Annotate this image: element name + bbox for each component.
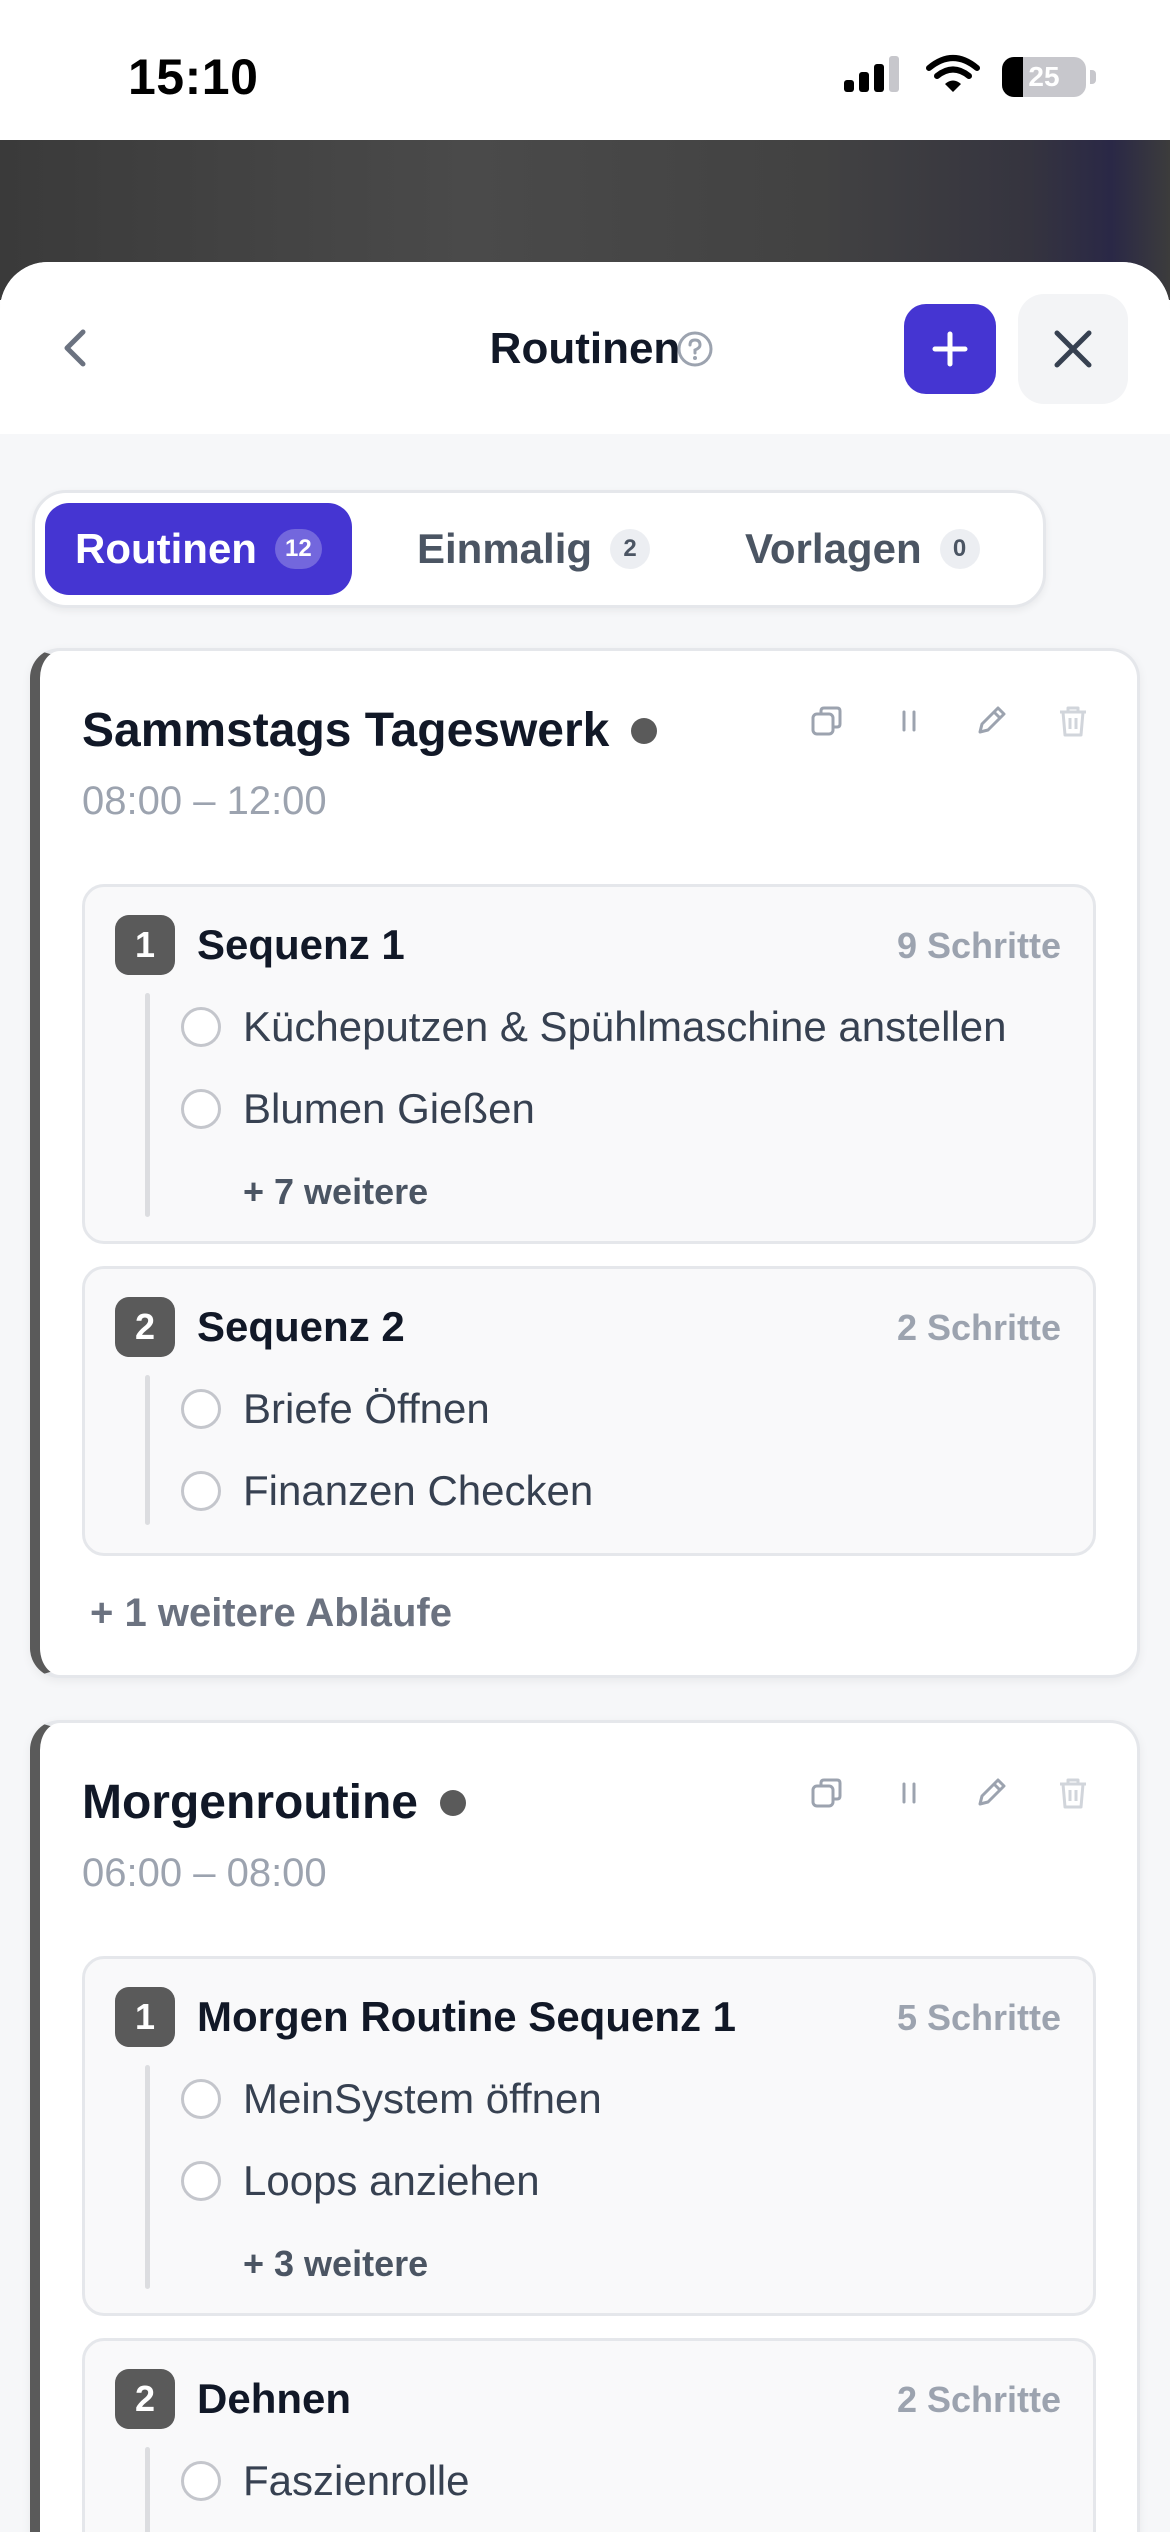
step-label: MeinSystem öffnen [243,2075,602,2122]
routines-sheet: Routinen Routinen 12 Einmalig 2 Vorlagen… [0,262,1170,2532]
step-label: Blumen Gießen [243,1085,535,1132]
sequence-card[interactable]: 1 Morgen Routine Sequenz 1 5 Schritte Me… [82,1956,1096,2316]
step-label: Loops anziehen [243,2157,540,2204]
status-dot [631,717,658,744]
cellular-signal-icon [842,54,904,99]
step-item[interactable]: Kücheputzen & Spühlmaschine anstellen [181,1003,1007,1051]
tab-count-badge: 2 [610,529,651,569]
sequence-card[interactable]: 1 Sequenz 1 9 Schritte Kücheputzen & Spü… [82,884,1096,1244]
tab-count-badge: 12 [274,529,322,569]
sequence-card[interactable]: 2 Sequenz 2 2 Schritte Briefe Öffnen Fin… [82,1266,1096,1556]
routine-title-text: Sammstags Tageswerk [82,704,610,757]
pause-icon [902,1782,916,1804]
add-routine-button[interactable] [904,304,996,394]
status-dot [439,1789,466,1816]
step-checkbox[interactable] [181,1471,221,1511]
step-checkbox[interactable] [181,1389,221,1429]
step-item[interactable]: MeinSystem öffnen [181,2075,602,2123]
tab-routinen[interactable]: Routinen 12 [45,503,352,595]
trash-icon [1060,706,1086,737]
sequence-step-count: 9 Schritte [896,925,1061,966]
more-steps-link[interactable]: + 3 weitere [243,2243,428,2285]
delete-button[interactable] [1053,1773,1093,1813]
tab-count-badge: 0 [939,529,980,569]
help-icon[interactable] [676,330,714,368]
status-bar: 15:10 25 [0,0,1170,140]
delete-button[interactable] [1053,701,1093,741]
routine-actions [807,701,1093,741]
sequence-title: Morgen Routine Sequenz 1 [197,1993,737,2040]
step-checkbox[interactable] [181,1089,221,1129]
pencil-icon [978,1778,1006,1806]
duplicate-button[interactable] [807,1773,847,1813]
plus-icon [932,331,968,367]
sequence-title: Sequenz 2 [197,1303,405,1350]
sequence-number: 1 [115,1987,175,2047]
routine-title: Morgenroutine [82,1775,466,1830]
tab-bar: Routinen 12 Einmalig 2 Vorlagen 0 [32,490,1046,608]
sequence-line [145,1375,150,1525]
sequence-line [145,2065,150,2289]
step-item[interactable]: Blumen Gießen [181,1085,535,1133]
step-label: Faszienrolle [243,2457,470,2504]
pause-button[interactable] [889,701,929,741]
step-item[interactable]: Briefe Öffnen [181,1385,490,1433]
step-label: Briefe Öffnen [243,1385,490,1432]
sequence-title: Dehnen [197,2375,352,2422]
copy-icon [811,1778,842,1808]
wifi-icon [926,54,980,99]
tab-label: Vorlagen [745,525,922,572]
step-checkbox[interactable] [181,2461,221,2501]
tab-label: Routinen [75,525,257,572]
tab-label: Einmalig [417,525,593,572]
status-time: 15:10 [128,49,259,105]
sequence-title: Sequenz 1 [197,921,405,968]
battery-level: 25 [1028,60,1060,92]
more-steps-link[interactable]: + 7 weitere [243,1171,428,1213]
status-icons: 25 [842,54,1096,99]
routine-time: 06:00 – 08:00 [82,1851,327,1895]
copy-icon [811,706,842,736]
step-checkbox[interactable] [181,2079,221,2119]
routine-actions [807,1773,1093,1813]
step-item[interactable]: Finanzen Checken [181,1467,593,1515]
duplicate-button[interactable] [807,701,847,741]
sequence-step-count: 5 Schritte [896,1997,1061,2038]
sheet-header: Routinen [0,262,1170,434]
sequence-card[interactable]: 2 Dehnen 2 Schritte Faszienrolle [82,2338,1096,2532]
step-label: Finanzen Checken [243,1467,594,1514]
step-checkbox[interactable] [181,1007,221,1047]
edit-button[interactable] [971,701,1011,741]
pencil-icon [978,706,1006,734]
sequence-line [145,2447,150,2532]
routine-card[interactable]: Morgenroutine 06:00 – 08:00 1 Morgen Rou… [30,1720,1140,2532]
more-sequences-link[interactable]: + 1 weitere Abläufe [90,1591,452,1636]
sequence-number: 1 [115,915,175,975]
routine-title-text: Morgenroutine [82,1776,418,1829]
step-checkbox[interactable] [181,2161,221,2201]
sequence-step-count: 2 Schritte [896,1307,1061,1348]
pause-button[interactable] [889,1773,929,1813]
tab-vorlagen[interactable]: Vorlagen 0 [715,503,1010,595]
edit-button[interactable] [971,1773,1011,1813]
step-item[interactable]: Faszienrolle [181,2457,469,2505]
pause-icon [902,710,916,732]
sequence-line [145,993,150,1217]
trash-icon [1060,1778,1086,1809]
sequence-number: 2 [115,1297,175,1357]
step-label: Kücheputzen & Spühlmaschine anstellen [243,1003,1007,1050]
sequence-step-count: 2 Schritte [896,2379,1061,2420]
tab-einmalig[interactable]: Einmalig 2 [387,503,680,595]
routine-title: Sammstags Tageswerk [82,703,658,758]
step-item[interactable]: Loops anziehen [181,2157,540,2205]
routine-card[interactable]: Sammstags Tageswerk 08:00 – 12:00 1 Sequ… [30,648,1140,1678]
battery-icon: 25 [1002,56,1096,97]
close-icon [1054,330,1092,368]
routine-time: 08:00 – 12:00 [82,779,327,823]
sequence-number: 2 [115,2369,175,2429]
close-button[interactable] [1018,294,1128,404]
